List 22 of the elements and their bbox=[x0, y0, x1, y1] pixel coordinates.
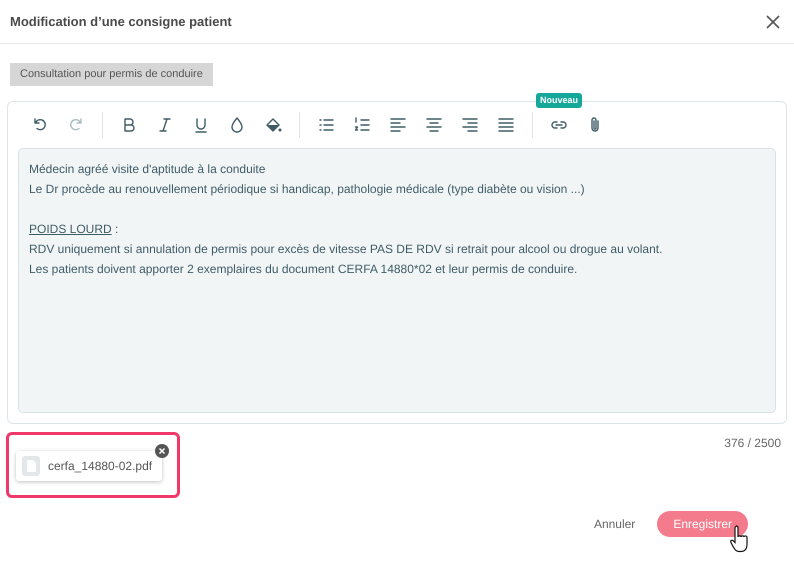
align-right-icon[interactable] bbox=[461, 116, 479, 134]
close-icon[interactable] bbox=[766, 14, 780, 28]
dialog-title: Modification d’une consigne patient bbox=[10, 12, 232, 31]
character-counter: 376 / 2500 bbox=[724, 434, 781, 452]
justify-icon[interactable] bbox=[497, 116, 515, 134]
text-line: Les patients doivent apporter 2 exemplaires du document CERFA 14880*02 et leur permis de conduire. bbox=[29, 260, 578, 278]
paint-bucket-icon[interactable] bbox=[264, 116, 282, 134]
file-name: cerfa_14880-02.pdf bbox=[48, 458, 152, 475]
text-editor[interactable] bbox=[18, 148, 776, 412]
text-line: Le Dr procède au renouvellement périodique si handicap, pathologie médicale (type diabète ou vision ...) bbox=[29, 180, 586, 198]
attachment-chip[interactable]: cerfa_14880-02.pdf bbox=[16, 451, 162, 481]
align-center-icon[interactable] bbox=[425, 116, 443, 134]
numbered-list-icon[interactable] bbox=[353, 116, 371, 134]
tag-label: Consultation pour permis de conduire bbox=[10, 63, 213, 86]
align-left-icon[interactable] bbox=[389, 116, 407, 134]
text-line: RDV uniquement si annulation de permis pour excès de vitesse PAS DE RDV si retrait pour alcool ou drogue au volant. bbox=[29, 240, 664, 258]
cancel-button[interactable]: Annuler bbox=[594, 515, 636, 533]
remove-icon[interactable] bbox=[155, 444, 169, 458]
text-line: Médecin agréé visite d'aptitude à la conduite bbox=[29, 160, 266, 178]
new-badge: Nouveau bbox=[536, 92, 582, 108]
text-line: POIDS LOURD : bbox=[29, 220, 120, 238]
document-icon bbox=[22, 456, 40, 476]
